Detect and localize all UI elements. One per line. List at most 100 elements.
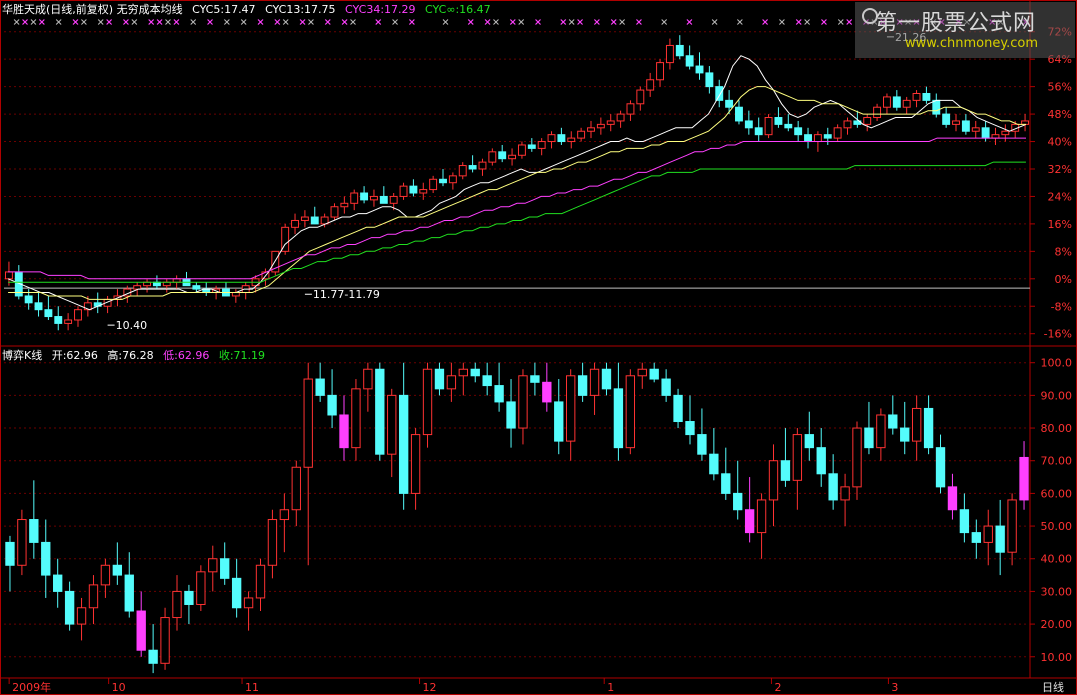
price-annotation: 10.40 [116, 319, 148, 332]
price-candle-body [231, 292, 240, 297]
game-candle-body [566, 375, 576, 442]
x-tick-label: 11 [245, 681, 259, 694]
price-candle-body [882, 96, 891, 108]
game-candle-body [375, 368, 385, 455]
game-candle-body [208, 558, 218, 573]
game-candle-body [828, 473, 838, 501]
game-candle-body [792, 434, 803, 481]
game-candle-body [41, 541, 51, 576]
price-candle-body [409, 185, 418, 194]
game-candle-body [148, 649, 158, 664]
signal-marker-white [282, 19, 289, 25]
signal-marker-white [837, 19, 844, 25]
signal-marker-white [711, 19, 718, 25]
game-candle-body [458, 368, 468, 377]
game-candle-body [327, 394, 337, 416]
game-candle-body [625, 375, 636, 449]
price-candle-body [74, 309, 82, 321]
price-candle-body [192, 285, 201, 290]
price-candle-body [291, 219, 299, 228]
x-tick-label: 2009年 [12, 680, 51, 694]
cyc34-line [8, 137, 1026, 280]
signal-marker-pink [38, 19, 45, 25]
game-candle-body [243, 597, 254, 609]
game-candle-body [363, 368, 373, 390]
price-panel-title: 华胜天成(日线,前复权) 无穷成本均线 [2, 3, 183, 16]
game-candle-body [888, 414, 898, 429]
price-candle-body [330, 206, 339, 218]
price-candle-body [547, 134, 556, 143]
signal-marker-pink [509, 19, 516, 25]
game-candle-body [577, 375, 588, 396]
high-label: 高:76.28 [107, 349, 154, 362]
game-candle-body [959, 509, 970, 534]
signal-marker-pink [535, 19, 541, 25]
price-candle-body [715, 86, 724, 101]
game-tick-label: 100.0 [1041, 357, 1073, 370]
game-tick-label: 10.00 [1041, 651, 1073, 664]
game-candle-body [613, 388, 624, 449]
game-candle-body [470, 368, 480, 377]
game-candle-body [482, 375, 492, 387]
game-candle-body [864, 427, 874, 449]
signal-marker-pink [207, 19, 213, 25]
price-candle-body [804, 134, 812, 143]
signal-marker-pink [686, 19, 693, 25]
price-candle-body [646, 79, 655, 91]
game-candle-body [733, 492, 743, 511]
signal-marker-pink [408, 19, 415, 25]
price-candle-body [991, 134, 1000, 139]
price-candle-body [478, 161, 487, 170]
game-panel-header: 博弈K线 开:62.96 高:76.28 低:62.96 收:71.19 [2, 349, 265, 362]
game-candle-body [840, 486, 850, 501]
signal-marker-white [97, 19, 104, 25]
signal-marker-white [779, 19, 785, 25]
signal-marker-pink [72, 19, 79, 25]
cyc-inf-label: CYC∞:16.47 [425, 3, 491, 16]
price-candle-body [843, 120, 852, 129]
game-candle-body [637, 368, 647, 377]
game-candle-body [184, 590, 194, 605]
game-candle-body [196, 571, 206, 605]
signal-marker-white [568, 19, 575, 25]
game-candle-body [1019, 456, 1029, 501]
signal-marker-white [619, 19, 625, 25]
game-candle-body [601, 368, 612, 390]
signal-marker-white [165, 19, 171, 25]
game-candle-body [935, 447, 946, 488]
game-candle-body [744, 509, 755, 534]
game-candle-body [983, 525, 993, 543]
signal-marker-pink [593, 19, 600, 25]
game-candle-body [673, 394, 683, 423]
game-candle-body [100, 564, 111, 586]
game-candle-body [506, 401, 516, 429]
signal-marker-white [30, 19, 37, 25]
price-tick-label: -8% [1051, 300, 1072, 313]
game-candle-body [279, 509, 290, 521]
signal-marker-pink [22, 19, 28, 25]
game-tick-label: 80.00 [1041, 422, 1073, 435]
price-candle-body [823, 134, 832, 139]
signal-marker-white [737, 19, 743, 25]
game-candle-body [685, 421, 695, 436]
price-candle-body [458, 165, 467, 177]
low-label: 低:62.96 [163, 349, 210, 362]
price-candle-body [725, 99, 734, 108]
signal-marker-pink [375, 19, 382, 25]
close-label: 收:71.19 [218, 349, 266, 362]
price-candle-body [735, 106, 743, 122]
price-candle-body [656, 62, 665, 81]
game-candle-body [64, 590, 75, 625]
game-candle-body [160, 617, 170, 664]
game-candle-body [17, 519, 27, 566]
price-candle-body [488, 151, 497, 163]
price-candle-body [774, 117, 783, 125]
signal-marker-pink [577, 19, 583, 25]
price-candle-body [794, 127, 803, 136]
price-candle-body [419, 189, 428, 194]
game-candle-body [709, 453, 719, 475]
open-label: 开:62.96 [51, 349, 98, 362]
signal-marker-white [308, 19, 314, 25]
price-candle-body [764, 117, 773, 136]
cyc13-label: CYC13:17.75 [265, 3, 336, 16]
